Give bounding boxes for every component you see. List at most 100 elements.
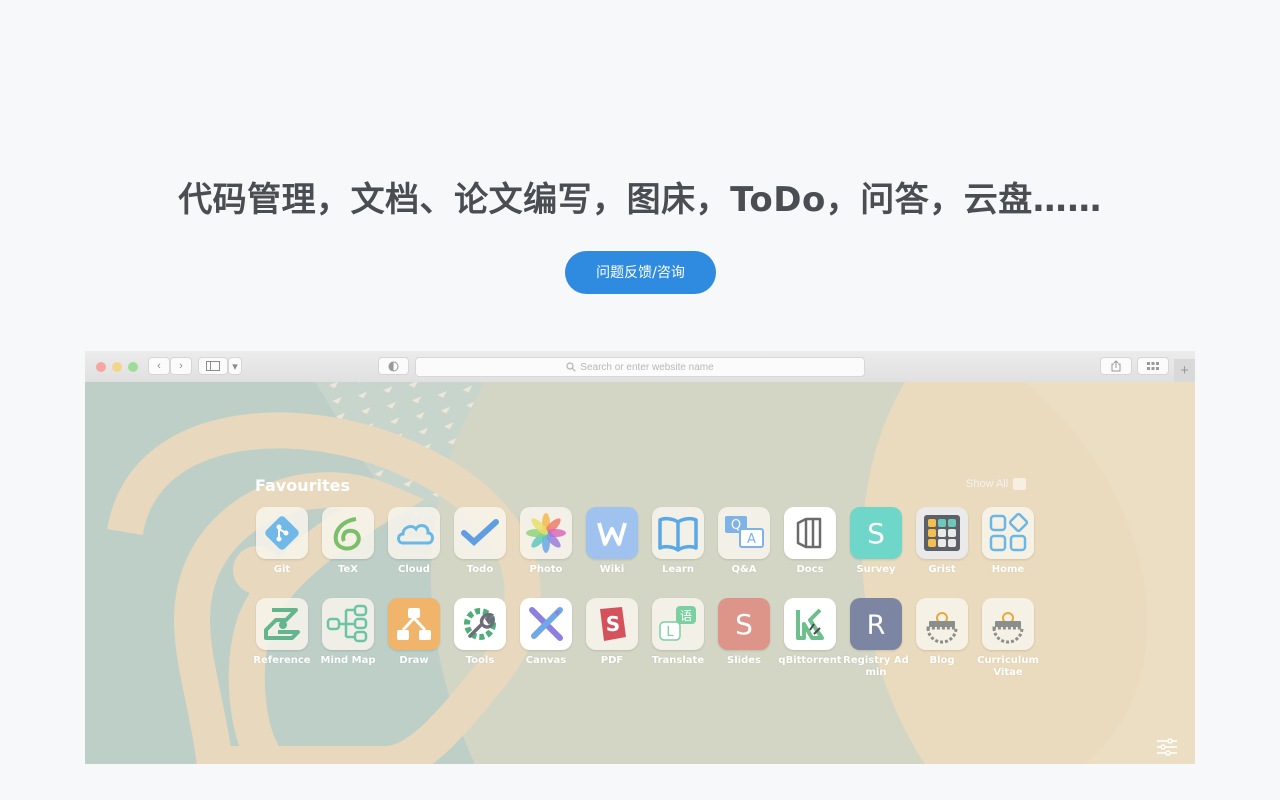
favourite-label: Blog — [929, 655, 955, 666]
favourite-label: Registry Admin — [843, 655, 909, 678]
favourite-label: Canvas — [525, 655, 567, 666]
translate-icon: 语L — [652, 598, 704, 650]
svg-text:S: S — [735, 608, 753, 641]
favourite-label: Mind Map — [320, 655, 376, 666]
forward-button[interactable]: › — [170, 357, 192, 375]
browser-toolbar: ‹ › ▾ Search or enter website name + — [85, 351, 1195, 383]
share-button[interactable] — [1100, 357, 1132, 375]
favourite-reference[interactable]: Reference — [249, 598, 315, 667]
share-icon — [1111, 360, 1121, 372]
search-icon — [566, 362, 577, 372]
survey-s-icon: S — [850, 507, 902, 559]
reference-icon — [256, 598, 308, 650]
hero-title: 代码管理，文档、论文编写，图床，ToDo，问答，云盘…… — [178, 180, 1102, 220]
favourite-label: Wiki — [599, 564, 625, 575]
photo-pinwheel-icon — [520, 507, 572, 559]
favourite-curriculum-vitae[interactable]: Curriculum Vitae — [975, 598, 1041, 679]
favourite-label: Translate — [651, 655, 705, 666]
close-window-dot[interactable] — [96, 362, 106, 372]
favourite-learn[interactable]: Learn — [645, 507, 711, 576]
favourite-label: Git — [273, 564, 291, 575]
favourite-label: Reference — [253, 655, 311, 666]
favourite-label: Q&A — [731, 564, 757, 575]
favourite-label: Photo — [529, 564, 563, 575]
favourite-photo[interactable]: Photo — [513, 507, 579, 576]
favourite-tools[interactable]: Tools — [447, 598, 513, 667]
back-button[interactable]: ‹ — [148, 357, 170, 375]
favourite-label: Draw — [399, 655, 429, 666]
draw-diagram-icon — [388, 598, 440, 650]
favourite-draw[interactable]: Draw — [381, 598, 447, 667]
zoom-window-dot[interactable] — [128, 362, 138, 372]
favourite-wiki[interactable]: Wiki — [579, 507, 645, 576]
favourite-mind-map[interactable]: Mind Map — [315, 598, 381, 667]
git-icon — [256, 507, 308, 559]
browser-screenshot: ‹ › ▾ Search or enter website name + Fav… — [85, 351, 1195, 764]
todo-check-icon — [454, 507, 506, 559]
address-bar[interactable]: Search or enter website name — [415, 357, 865, 377]
favourite-label: Todo — [466, 564, 494, 575]
favourite-cloud[interactable]: Cloud — [381, 507, 447, 576]
favourite-label: qBittorrent — [778, 655, 842, 666]
favourite-label: Curriculum Vitae — [977, 655, 1039, 678]
cloud-icon — [388, 507, 440, 559]
minimize-window-dot[interactable] — [112, 362, 122, 372]
svg-text:L: L — [666, 625, 674, 640]
sliders-icon — [1157, 738, 1177, 756]
blog-gear-icon — [916, 598, 968, 650]
show-all-button[interactable]: Show All — [966, 478, 1027, 490]
new-tab-button[interactable]: + — [1174, 359, 1195, 382]
home-grid-icon — [982, 507, 1034, 559]
favourite-label: Tools — [465, 655, 495, 666]
favourite-label: Home — [991, 564, 1025, 575]
svg-text:语: 语 — [680, 609, 692, 623]
tab-overview-button[interactable] — [1137, 357, 1169, 375]
favourite-label: Grist — [928, 564, 956, 575]
open-book-icon — [652, 507, 704, 559]
address-placeholder: Search or enter website name — [580, 361, 714, 373]
favourite-slides[interactable]: S Slides — [711, 598, 777, 667]
overleaf-icon — [322, 507, 374, 559]
favourite-translate[interactable]: 语L Translate — [645, 598, 711, 667]
favourite-canvas[interactable]: Canvas — [513, 598, 579, 667]
favourite-grist[interactable]: Grist — [909, 507, 975, 576]
favourite-todo[interactable]: Todo — [447, 507, 513, 576]
favourite-label: Survey — [856, 564, 896, 575]
favourite-label: Cloud — [398, 564, 430, 575]
pdf-icon: S — [586, 598, 638, 650]
mind-map-icon — [322, 598, 374, 650]
favourites-title: Favourites — [255, 476, 350, 495]
show-all-toggle-icon — [1013, 478, 1027, 490]
favourite-docs[interactable]: Docs — [777, 507, 843, 576]
sidebar-dropdown-button[interactable]: ▾ — [228, 357, 242, 375]
favourite-qa[interactable]: QA Q&A — [711, 507, 777, 576]
favourite-qbittorrent[interactable]: qBittorrent — [777, 598, 843, 667]
wiki-w-icon — [586, 507, 638, 559]
slides-s-icon: S — [718, 598, 770, 650]
tools-gear-icon — [454, 598, 506, 650]
qbittorrent-icon — [784, 598, 836, 650]
favourite-tex[interactable]: TeX — [315, 507, 381, 576]
qa-bubbles-icon: QA — [718, 507, 770, 559]
svg-text:S: S — [867, 517, 885, 550]
favourite-blog[interactable]: Blog — [909, 598, 975, 667]
svg-text:R: R — [867, 610, 886, 641]
favourite-git[interactable]: Git — [249, 507, 315, 576]
reader-mode-button[interactable] — [378, 357, 409, 375]
feedback-button[interactable]: 问题反馈/咨询 — [565, 251, 716, 294]
favourite-label: Learn — [662, 564, 694, 575]
favourite-home[interactable]: Home — [975, 507, 1041, 576]
favourite-registry-admin[interactable]: R Registry Admin — [843, 598, 909, 679]
docs-icon — [784, 507, 836, 559]
start-page-settings-button[interactable] — [1156, 738, 1178, 761]
sidebar-toggle-button[interactable] — [198, 357, 228, 375]
show-all-label: Show All — [966, 478, 1009, 490]
favourite-survey[interactable]: S Survey — [843, 507, 909, 576]
registry-r-icon: R — [850, 598, 902, 650]
canvas-icon — [520, 598, 572, 650]
favourite-label: Docs — [796, 564, 824, 575]
sidebar-icon — [206, 361, 220, 371]
svg-text:S: S — [606, 612, 620, 636]
favourite-label: Slides — [727, 655, 761, 666]
favourite-pdf[interactable]: S PDF — [579, 598, 645, 667]
